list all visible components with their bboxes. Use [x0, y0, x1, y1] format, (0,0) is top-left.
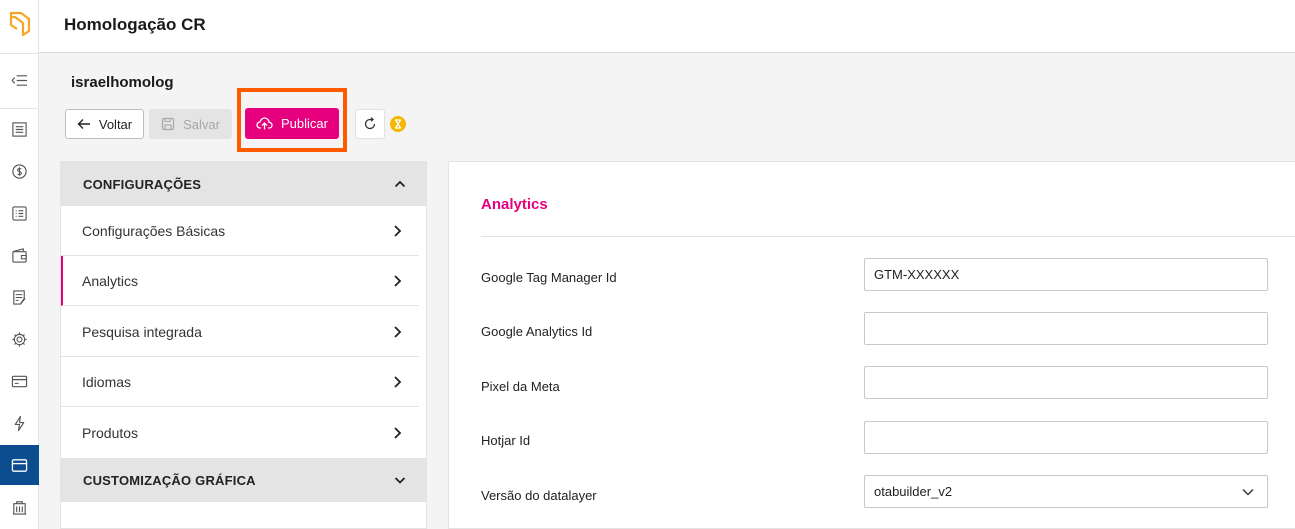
datalayer-version-value: otabuilder_v2	[874, 484, 953, 499]
menu-item-analytics[interactable]: Analytics	[61, 256, 419, 306]
group-configuracoes[interactable]: CONFIGURAÇÕES	[61, 162, 426, 206]
menu-item-label: Configurações Básicas	[82, 222, 226, 239]
group-customizacao-grafica[interactable]: CUSTOMIZAÇÃO GRÁFICA	[61, 458, 426, 502]
menu-item-configuracoes-basicas[interactable]: Configurações Básicas	[61, 206, 419, 256]
menu-item-produtos[interactable]: Produtos	[61, 408, 419, 458]
menu-item-label: Idiomas	[82, 373, 132, 390]
hotjar-id-label: Hotjar Id	[481, 433, 531, 448]
collapse-menu-icon[interactable]	[0, 60, 39, 100]
chevron-down-icon	[1242, 489, 1254, 496]
group-customizacao-label: CUSTOMIZAÇÃO GRÁFICA	[83, 472, 256, 488]
chevron-down-icon	[394, 477, 406, 484]
section-title: Analytics	[481, 196, 548, 213]
chevron-right-icon	[394, 427, 402, 439]
ga-id-label: Google Analytics Id	[481, 324, 593, 339]
chevron-right-icon	[394, 376, 402, 388]
menu-item-idiomas[interactable]: Idiomas	[61, 357, 419, 407]
analytics-settings-form: Analytics Google Tag Manager Id GTM-XXXX…	[448, 161, 1295, 529]
catalog-icon[interactable]	[0, 109, 39, 149]
page-title: Homologação CR	[64, 15, 206, 34]
hotjar-id-input[interactable]	[864, 421, 1268, 454]
refresh-button[interactable]	[355, 109, 385, 139]
document-icon[interactable]	[0, 277, 39, 317]
settings-menu-panel: CONFIGURAÇÕES Configurações Básicas Anal…	[60, 161, 427, 529]
datalayer-version-label: Versão do datalayer	[481, 488, 597, 503]
website-icon[interactable]	[0, 445, 39, 485]
chevron-up-icon	[394, 180, 406, 188]
chevron-right-icon	[394, 225, 402, 237]
wallet-icon[interactable]	[0, 235, 39, 275]
chevron-right-icon	[394, 326, 402, 338]
pending-hourglass-icon	[390, 116, 406, 132]
dollar-icon[interactable]	[0, 151, 39, 191]
menu-item-pesquisa-integrada[interactable]: Pesquisa integrada	[61, 307, 419, 357]
top-header: Homologação CR	[39, 0, 1295, 53]
ga-id-input[interactable]	[864, 312, 1268, 345]
cloud-upload-icon	[256, 117, 273, 130]
gtm-id-value: GTM-XXXXXX	[874, 267, 960, 282]
back-button-label: Voltar	[98, 116, 133, 132]
datalayer-version-select[interactable]: otabuilder_v2	[864, 475, 1268, 508]
publish-button[interactable]: Publicar	[245, 108, 339, 139]
card-icon[interactable]	[0, 361, 39, 401]
gtm-id-label: Google Tag Manager Id	[481, 270, 617, 285]
meta-pixel-label: Pixel da Meta	[481, 379, 560, 394]
group-configuracoes-label: CONFIGURAÇÕES	[83, 176, 202, 192]
section-divider	[481, 236, 1295, 237]
publish-button-label: Publicar	[281, 116, 328, 131]
save-icon	[161, 117, 175, 131]
save-button-label: Salvar	[183, 116, 220, 132]
menu-item-label: Analytics	[82, 272, 139, 289]
back-button[interactable]: Voltar	[65, 109, 144, 139]
logo-icon	[9, 11, 31, 37]
menu-item-label: Pesquisa integrada	[82, 323, 202, 340]
menu-item-label: Produtos	[82, 425, 139, 441]
gtm-id-input[interactable]: GTM-XXXXXX	[864, 258, 1268, 291]
site-name: israelhomolog	[71, 74, 174, 91]
arrow-left-icon	[77, 119, 90, 129]
gear-icon[interactable]	[0, 319, 39, 359]
refresh-icon	[364, 117, 376, 130]
building-icon[interactable]	[0, 487, 39, 527]
meta-pixel-input[interactable]	[864, 366, 1268, 399]
save-button[interactable]: Salvar	[149, 109, 232, 139]
chevron-right-icon	[394, 275, 402, 287]
list-icon[interactable]	[0, 193, 39, 233]
left-rail	[0, 0, 39, 529]
lightning-icon[interactable]	[0, 403, 39, 443]
